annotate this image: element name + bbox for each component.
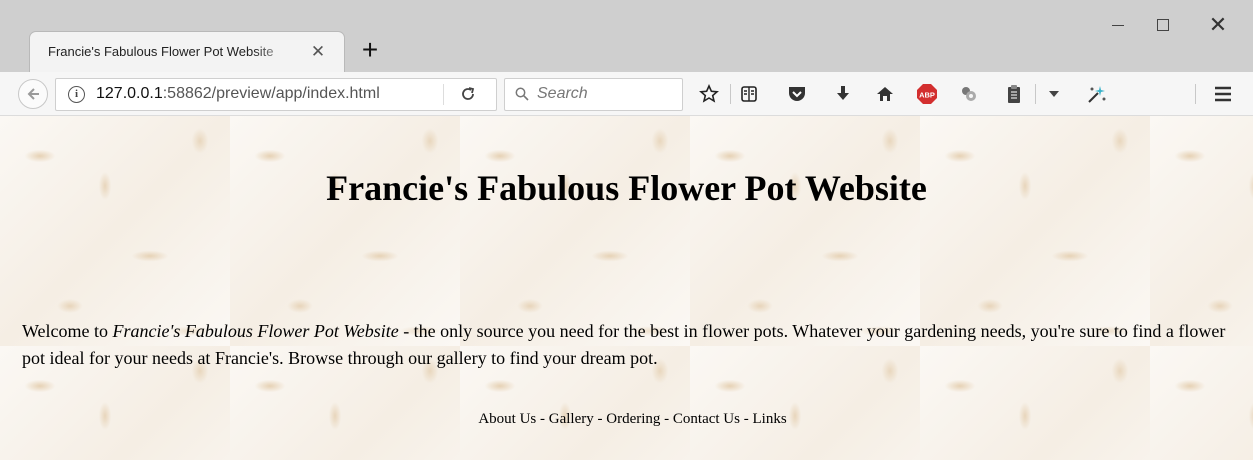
download-icon[interactable]: [832, 83, 854, 105]
url-field[interactable]: 127.0.0.1:58862/preview/app/index.html: [96, 85, 436, 103]
menu-icon[interactable]: [1212, 83, 1234, 105]
dropdown-icon[interactable]: [1043, 83, 1065, 105]
back-arrow-icon: [27, 88, 39, 100]
nav-link-contact-us[interactable]: Contact Us: [673, 411, 740, 427]
nav-link-gallery[interactable]: Gallery: [549, 411, 594, 427]
browser-tab[interactable]: Francie's Fabulous Flower Pot Website ✕: [30, 32, 344, 72]
close-window-button[interactable]: ✕: [1193, 10, 1243, 40]
footer-navigation: About Us - Gallery - Ordering - Contact …: [0, 411, 1253, 428]
nav-link-links[interactable]: Links: [752, 411, 786, 427]
reload-button[interactable]: [458, 83, 478, 105]
tab-close-icon[interactable]: ✕: [310, 43, 326, 60]
back-button[interactable]: [18, 79, 48, 109]
maximize-icon: [1157, 19, 1169, 31]
pocket-icon[interactable]: [786, 83, 808, 105]
url-separator: [443, 84, 444, 105]
star-icon[interactable]: [698, 83, 720, 105]
extension-icon[interactable]: [958, 83, 980, 105]
toolbar-separator: [730, 84, 731, 104]
address-bar[interactable]: i 127.0.0.1:58862/preview/app/index.html: [55, 78, 497, 111]
reading-list-icon[interactable]: [738, 83, 760, 105]
nav-separator: -: [739, 411, 753, 427]
toolbar-separator: [1195, 84, 1196, 104]
tab-title: Francie's Fabulous Flower Pot Website: [48, 44, 274, 59]
adblock-label: ABP: [919, 91, 935, 100]
url-path: :58862/preview/app/index.html: [162, 85, 380, 102]
search-bar[interactable]: Search: [504, 78, 683, 111]
new-tab-button[interactable]: +: [356, 36, 384, 64]
navigation-toolbar: i 127.0.0.1:58862/preview/app/index.html…: [0, 72, 1253, 116]
search-icon: [515, 87, 529, 101]
intro-text-start: Welcome to: [22, 321, 113, 341]
sparkle-extension-icon[interactable]: [1086, 83, 1108, 105]
page-viewport: Francie's Fabulous Flower Pot Website We…: [0, 116, 1253, 460]
nav-separator: -: [660, 411, 673, 427]
title-bar: Francie's Fabulous Flower Pot Website ✕ …: [0, 0, 1253, 72]
browser-window: Francie's Fabulous Flower Pot Website ✕ …: [0, 0, 1253, 460]
adblock-icon[interactable]: ABP: [916, 83, 938, 105]
nav-separator: -: [536, 411, 549, 427]
toolbar-separator: [1035, 84, 1036, 104]
home-icon[interactable]: [874, 83, 896, 105]
nav-separator: -: [593, 411, 607, 427]
nav-link-ordering[interactable]: Ordering: [606, 411, 660, 427]
page-title: Francie's Fabulous Flower Pot Website: [326, 168, 927, 208]
search-placeholder: Search: [537, 85, 588, 102]
intro-site-name: Francie's Fabulous Flower Pot Website: [112, 321, 399, 341]
maximize-button[interactable]: [1138, 10, 1188, 40]
url-host: 127.0.0.1: [96, 85, 163, 102]
nav-link-about-us[interactable]: About Us: [478, 411, 536, 427]
site-info-icon[interactable]: i: [68, 86, 85, 103]
intro-paragraph: Welcome to Francie's Fabulous Flower Pot…: [22, 318, 1237, 372]
minimize-button[interactable]: [1093, 10, 1143, 40]
clipboard-icon[interactable]: [1003, 83, 1025, 105]
minimize-icon: [1112, 24, 1124, 26]
reload-icon: [462, 87, 475, 100]
